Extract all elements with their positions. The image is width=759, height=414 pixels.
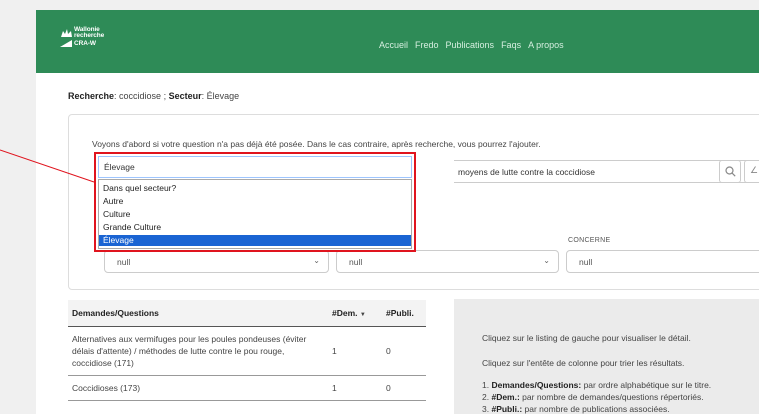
sector-option-culture[interactable]: Culture [99, 209, 411, 220]
sector-options-list: Dans quel secteur? Autre Culture Grande … [98, 179, 412, 249]
filter-select-2[interactable]: null ⌄ [336, 250, 559, 273]
row-title: Coccidioses (173) [68, 375, 328, 401]
nav-item-faqs[interactable]: Faqs [501, 40, 521, 50]
navbar: Wallonie recherche CRA-W Accueil Fredo P… [36, 10, 759, 73]
breadcrumb-search-value: coccidiose ; [119, 91, 167, 101]
col-header-dem[interactable]: #Dem. ▼ [328, 300, 382, 327]
row-publi: 0 [382, 326, 426, 376]
nav-item-publications[interactable]: Publications [446, 40, 495, 50]
nav-links: Accueil Fredo Publications Faqs A propos [379, 40, 564, 50]
search-intro: Voyons d'abord si votre question n'a pas… [92, 139, 541, 149]
breadcrumb: Recherche: coccidiose ; Secteur: Élevage [68, 91, 240, 101]
sector-select[interactable]: Élevage [98, 156, 412, 178]
sort-desc-icon: ▼ [359, 311, 366, 318]
row-dem: 1 [328, 326, 382, 376]
chevron-down-icon: ⌄ [313, 256, 320, 265]
breadcrumb-sector-value: Élevage [206, 91, 240, 101]
table-row[interactable]: Coccidioses (173) 1 0 [68, 375, 426, 401]
sector-option-grande-culture[interactable]: Grande Culture [99, 222, 411, 233]
filter-select-2-value: null [349, 257, 363, 267]
nav-item-fredo[interactable]: Fredo [415, 40, 439, 50]
row-publi: 0 [382, 375, 426, 401]
breadcrumb-sector-label: Secteur [168, 91, 202, 101]
filter-select-concerne[interactable]: null [566, 250, 759, 273]
results-table: Demandes/Questions #Dem. ▼ #Publi. Alter… [68, 300, 426, 401]
row-dem: 1 [328, 375, 382, 401]
logo[interactable]: Wallonie recherche CRA-W [60, 24, 132, 60]
nav-item-accueil[interactable]: Accueil [379, 40, 408, 50]
help-panel: Cliquez sur le listing de gauche pour vi… [454, 299, 759, 414]
help-line-1: Cliquez sur le listing de gauche pour vi… [482, 333, 691, 343]
flag-icon [60, 40, 72, 47]
search-icon [725, 166, 736, 177]
query-input[interactable]: moyens de lutte contre la coccidiose [454, 160, 756, 183]
help-item: 1. Demandes/Questions: par ordre alphabé… [482, 380, 712, 390]
breadcrumb-search-label: Recherche [68, 91, 115, 101]
help-line-2: Cliquez sur l'entête de colonne pour tri… [482, 358, 685, 368]
sector-option-placeholder[interactable]: Dans quel secteur? [99, 183, 411, 194]
help-item: 3. #Publi.: par nombre de publications a… [482, 404, 670, 414]
filter-select-1-value: null [117, 257, 131, 267]
filter-label-concerne: CONCERNE [568, 237, 611, 244]
sector-option-autre[interactable]: Autre [99, 196, 411, 207]
col-header-publi[interactable]: #Publi. [382, 300, 426, 327]
logo-text-line2: recherche [74, 32, 105, 39]
page: Wallonie recherche CRA-W Accueil Fredo P… [36, 10, 759, 414]
help-item: 2. #Dem.: par nombre de demandes/questio… [482, 392, 704, 402]
logo-text-line3: CRA-W [74, 40, 96, 47]
sector-select-highlight: Élevage Dans quel secteur? Autre Culture… [94, 152, 416, 252]
add-question-button[interactable]: ∠ [744, 160, 759, 183]
sector-option-elevage[interactable]: Élevage [99, 235, 411, 246]
filter-select-concerne-value: null [579, 257, 593, 267]
row-title: Alternatives aux vermifuges pour les pou… [68, 326, 328, 376]
search-button[interactable] [719, 160, 741, 183]
table-row[interactable]: Alternatives aux vermifuges pour les pou… [68, 326, 426, 376]
chevron-down-icon: ⌄ [543, 256, 550, 265]
col-header-demandes[interactable]: Demandes/Questions [68, 300, 328, 327]
help-list: 1. Demandes/Questions: par ordre alphabé… [482, 379, 711, 414]
nav-item-a-propos[interactable]: A propos [528, 40, 564, 50]
rooster-icon [61, 29, 72, 37]
add-question-glyph: ∠ [750, 165, 759, 175]
filter-select-1[interactable]: null ⌄ [104, 250, 329, 273]
